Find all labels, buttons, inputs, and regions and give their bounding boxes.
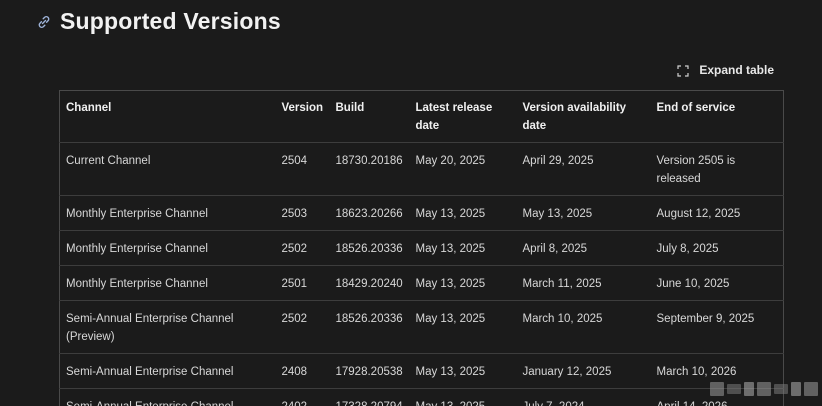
column-header-version-availability-date: Version availability date <box>516 90 651 143</box>
cell-version-availability-date: July 7, 2024 <box>516 388 651 406</box>
cell-version-availability-date: March 10, 2025 <box>516 300 651 354</box>
watermark-overlay <box>702 372 822 406</box>
cell-build: 18526.20336 <box>329 230 410 266</box>
page-title: Supported Versions <box>60 8 281 34</box>
column-header-channel: Channel <box>59 90 276 143</box>
cell-channel: Semi-Annual Enterprise Channel <box>59 353 276 389</box>
table-row: Semi-Annual Enterprise Channel 2402 1732… <box>59 388 784 406</box>
cell-channel: Monthly Enterprise Channel <box>59 195 276 231</box>
column-header-latest-release-date: Latest release date <box>409 90 517 143</box>
cell-channel: Current Channel <box>59 142 276 196</box>
cell-latest-release-date: May 13, 2025 <box>409 230 517 266</box>
cell-end-of-service: August 12, 2025 <box>650 195 784 231</box>
cell-latest-release-date: May 20, 2025 <box>409 142 517 196</box>
cell-channel: Monthly Enterprise Channel <box>59 230 276 266</box>
cell-build: 18429.20240 <box>329 265 410 301</box>
table-row: Semi-Annual Enterprise Channel 2408 1792… <box>59 353 784 389</box>
table-row: Semi-Annual Enterprise Channel (Preview)… <box>59 300 784 354</box>
table-header-row: Channel Version Build Latest release dat… <box>59 90 784 143</box>
section-heading: Supported Versions <box>36 8 281 35</box>
cell-version-availability-date: April 8, 2025 <box>516 230 651 266</box>
column-header-end-of-service: End of service <box>650 90 784 143</box>
table-row: Monthly Enterprise Channel 2502 18526.20… <box>59 230 784 266</box>
table-row: Monthly Enterprise Channel 2503 18623.20… <box>59 195 784 231</box>
cell-version: 2402 <box>275 388 330 406</box>
expand-table-label: Expand table <box>699 63 774 77</box>
column-header-version: Version <box>275 90 330 143</box>
cell-channel: Semi-Annual Enterprise Channel <box>59 388 276 406</box>
cell-latest-release-date: May 13, 2025 <box>409 353 517 389</box>
cell-channel: Monthly Enterprise Channel <box>59 265 276 301</box>
cell-version: 2501 <box>275 265 330 301</box>
cell-build: 17328.20794 <box>329 388 410 406</box>
expand-icon <box>677 64 689 77</box>
cell-version: 2503 <box>275 195 330 231</box>
expand-table-button[interactable]: Expand table <box>677 63 774 77</box>
cell-version-availability-date: January 12, 2025 <box>516 353 651 389</box>
cell-version: 2504 <box>275 142 330 196</box>
versions-table-container: Channel Version Build Latest release dat… <box>59 90 784 406</box>
cell-latest-release-date: May 13, 2025 <box>409 195 517 231</box>
link-icon[interactable] <box>36 14 52 30</box>
cell-version-availability-date: April 29, 2025 <box>516 142 651 196</box>
table-row: Monthly Enterprise Channel 2501 18429.20… <box>59 265 784 301</box>
cell-version-availability-date: March 11, 2025 <box>516 265 651 301</box>
cell-build: 18730.20186 <box>329 142 410 196</box>
cell-version-availability-date: May 13, 2025 <box>516 195 651 231</box>
versions-table: Channel Version Build Latest release dat… <box>59 90 784 406</box>
cell-end-of-service: September 9, 2025 <box>650 300 784 354</box>
cell-build: 18526.20336 <box>329 300 410 354</box>
cell-version: 2408 <box>275 353 330 389</box>
cell-latest-release-date: May 13, 2025 <box>409 388 517 406</box>
table-row: Current Channel 2504 18730.20186 May 20,… <box>59 142 784 196</box>
cell-latest-release-date: May 13, 2025 <box>409 300 517 354</box>
cell-version: 2502 <box>275 230 330 266</box>
cell-channel: Semi-Annual Enterprise Channel (Preview) <box>59 300 276 354</box>
cell-build: 18623.20266 <box>329 195 410 231</box>
page: Supported Versions Expand table Channel … <box>0 0 822 406</box>
cell-version: 2502 <box>275 300 330 354</box>
column-header-build: Build <box>329 90 410 143</box>
cell-end-of-service: June 10, 2025 <box>650 265 784 301</box>
cell-build: 17928.20538 <box>329 353 410 389</box>
cell-end-of-service: July 8, 2025 <box>650 230 784 266</box>
cell-end-of-service: Version 2505 is released <box>650 142 784 196</box>
cell-latest-release-date: May 13, 2025 <box>409 265 517 301</box>
